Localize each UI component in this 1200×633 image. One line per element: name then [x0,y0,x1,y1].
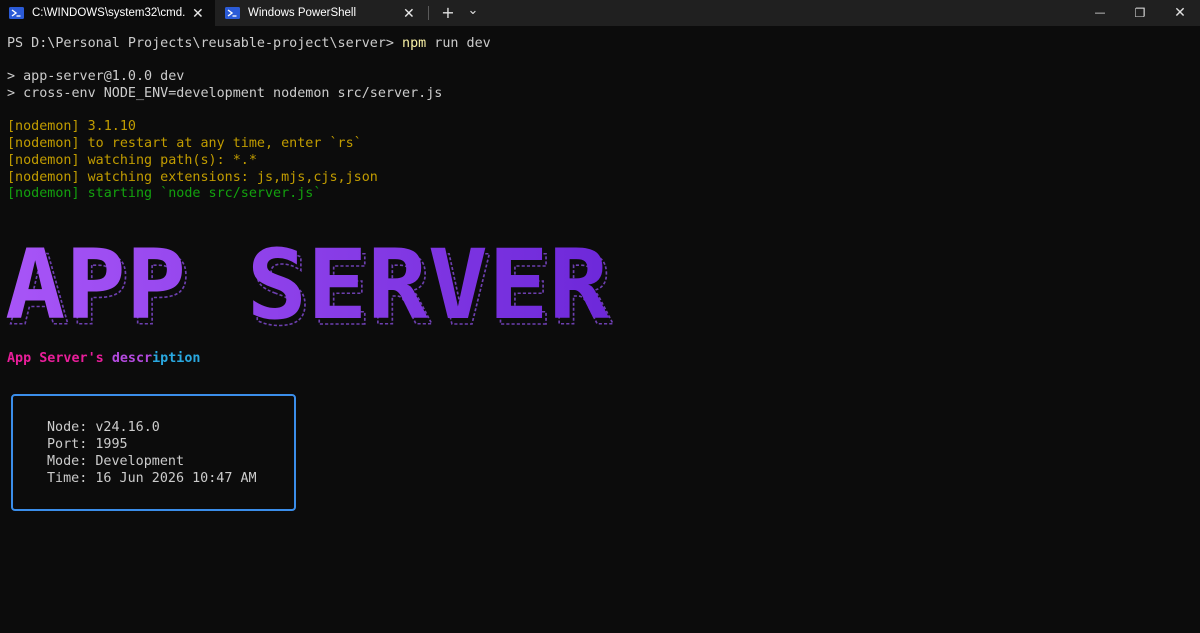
title-bar: C:\WINDOWS\system32\cmd. ✕ Windows Power… [0,0,1200,26]
tab-divider [428,6,429,20]
npm-output-line: > app-server@1.0.0 dev [7,69,185,84]
nodemon-line: [nodemon] starting `node src/server.js` [7,186,322,201]
info-port: Port: 1995 [47,437,128,452]
chevron-down-icon[interactable]: ⌄ [463,0,483,26]
server-info-box: Node: v24.16.0 Port: 1995 Mode: Developm… [11,394,296,511]
powershell-icon [9,7,24,19]
nodemon-line: [nodemon] watching path(s): *.* [7,153,257,168]
tab-cmd[interactable]: C:\WINDOWS\system32\cmd. ✕ [0,0,215,26]
npm-output-line: > cross-env NODE_ENV=development nodemon… [7,86,443,101]
tab-title: C:\WINDOWS\system32\cmd. [32,7,186,19]
close-window-button[interactable]: ✕ [1160,0,1200,26]
terminal-pane[interactable]: PS D:\Personal Projects\reusable-project… [0,26,1200,633]
banner-text: APP SERVER [5,232,609,330]
info-node: Node: v24.16.0 [47,420,160,435]
minimize-button[interactable]: — [1080,0,1120,26]
info-mode: Mode: Development [47,454,185,469]
new-tab-button[interactable]: + [438,0,458,26]
nodemon-line: [nodemon] watching extensions: js,mjs,cj… [7,170,378,185]
prompt-line: PS D:\Personal Projects\reusable-project… [7,35,491,52]
nodemon-line: [nodemon] 3.1.10 [7,119,136,134]
restore-button[interactable]: ❐ [1120,0,1160,26]
nodemon-line: [nodemon] to restart at any time, enter … [7,136,362,151]
tab-title: Windows PowerShell [248,7,357,19]
info-time: Time: 16 Jun 2026 10:47 AM [47,471,257,486]
close-tab-icon[interactable]: ✕ [192,0,204,26]
powershell-icon [225,7,240,19]
command-name: npm [402,36,427,51]
tab-powershell[interactable]: Windows PowerShell ✕ [216,0,426,26]
prompt: PS D:\Personal Projects\reusable-project… [7,36,403,51]
command-args: run dev [426,36,491,51]
app-description: App Server's description [7,351,201,366]
ascii-banner: APP SERVER APP SERVER [5,232,614,330]
close-tab-icon[interactable]: ✕ [403,0,415,26]
